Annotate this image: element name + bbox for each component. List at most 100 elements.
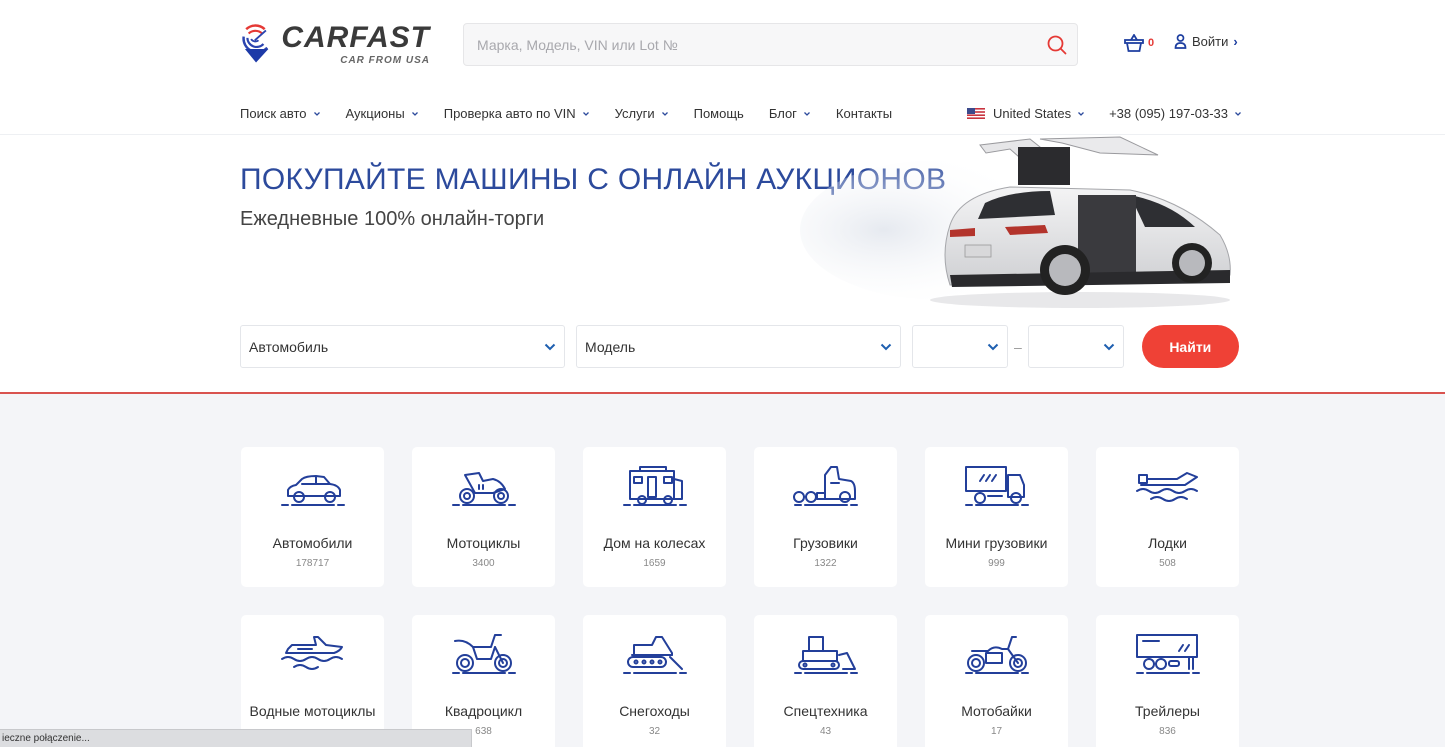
category-count: 999: [988, 558, 1005, 569]
region-selector[interactable]: United States: [967, 106, 1085, 121]
nav-label: Проверка авто по VIN: [443, 106, 576, 121]
category-name: Снегоходы: [619, 703, 690, 719]
category-name: Мини грузовики: [945, 535, 1048, 551]
nav-label: Услуги: [614, 106, 655, 121]
trailer-icon: [1135, 634, 1200, 674]
model-value: Модель: [585, 338, 636, 355]
category-count: 1322: [814, 558, 837, 569]
cart-button[interactable]: 0: [1124, 34, 1154, 52]
category-card[interactable]: Снегоходы 32: [583, 615, 726, 747]
boat-icon: [1135, 472, 1198, 502]
category-count: 178717: [295, 558, 330, 569]
category-card[interactable]: Мотоциклы 3400: [412, 447, 555, 587]
search-button[interactable]: [1037, 25, 1077, 65]
hero-section: ПОКУПАЙТЕ МАШИНЫ С ОНЛАЙН АУКЦИОНОВ Ежед…: [0, 135, 1445, 393]
nav-item-contacts[interactable]: Контакты: [836, 106, 892, 121]
logo[interactable]: CARFAST CAR FROM USA: [240, 12, 430, 76]
car-icon: [280, 475, 345, 506]
year-to-select[interactable]: [1027, 325, 1124, 368]
category-name: Грузовики: [793, 535, 858, 551]
category-count: 508: [1159, 558, 1176, 569]
category-name: Лодки: [1148, 535, 1187, 551]
nav-right: United States +38 (095) 197-03-33: [967, 106, 1242, 121]
cruiser-motorcycle-icon: [964, 636, 1029, 674]
chevron-down-icon: [880, 343, 892, 350]
category-count: 32: [648, 726, 661, 737]
logo-title: CARFAST: [281, 20, 430, 54]
category-name: Водные мотоциклы: [249, 703, 376, 719]
nav-item-blog[interactable]: Блог: [769, 106, 811, 121]
chevron-down-icon: [313, 111, 320, 116]
category-count: 836: [1159, 726, 1176, 737]
category-card[interactable]: Мотобайки 17: [925, 615, 1068, 747]
category-card[interactable]: Квадроцикл 638: [412, 615, 555, 747]
category-card[interactable]: Лодки 508: [1096, 447, 1239, 587]
nav-item-services[interactable]: Услуги: [615, 106, 669, 121]
category-name: Мотобайки: [961, 703, 1032, 719]
page: CARFAST CAR FROM USA 0: [0, 0, 1445, 747]
jetski-icon: [280, 636, 343, 670]
snowmobile-icon: [622, 636, 687, 674]
category-card[interactable]: Спецтехника 43: [754, 615, 897, 747]
nav-item-search-cars[interactable]: Поиск авто: [240, 106, 321, 121]
category-grid: Автомобили 178717 Мотоциклы 3400 Дом на коле…: [241, 447, 1239, 747]
category-name: Мотоциклы: [446, 535, 521, 551]
category-name: Спецтехника: [783, 703, 868, 719]
search-input[interactable]: [464, 24, 1037, 65]
category-count: 638: [475, 726, 492, 737]
model-select[interactable]: Модель: [576, 325, 901, 368]
category-name: Дом на колесах: [603, 535, 706, 551]
category-card[interactable]: Дом на колесах 1659: [583, 447, 726, 587]
category-name: Автомобили: [272, 535, 353, 551]
chevron-down-icon: [803, 111, 810, 116]
vehicle-type-select[interactable]: Автомобиль: [240, 325, 565, 368]
nav-label: Помощь: [693, 106, 744, 121]
nav-label: Блог: [768, 106, 797, 121]
nav-label: Поиск авто: [240, 106, 307, 121]
logo-subtitle: CAR FROM USA: [340, 54, 430, 66]
user-icon: [1174, 34, 1187, 49]
nav-item-auctions[interactable]: Аукционы: [346, 106, 419, 121]
login-label: Войти: [1192, 34, 1229, 49]
search-box: [463, 23, 1078, 66]
nav-item-vin-check[interactable]: Проверка авто по VIN: [444, 106, 590, 121]
dirt-bike-icon: [451, 634, 516, 674]
main-nav: Поиск авто Аукционы Проверка авто по VIN…: [240, 106, 917, 121]
chevron-down-icon: [411, 111, 418, 116]
chevron-down-icon: [987, 343, 999, 350]
category-name: Квадроцикл: [444, 703, 523, 719]
chevron-down-icon: [544, 343, 556, 350]
chevron-down-icon: [1078, 111, 1085, 116]
nav-label: Аукционы: [345, 106, 405, 121]
category-name: Трейлеры: [1135, 703, 1200, 719]
year-range-separator: –: [1014, 338, 1022, 355]
bulldozer-icon: [793, 636, 858, 674]
nav-item-help[interactable]: Помощь: [694, 106, 744, 121]
category-card[interactable]: Трейлеры 836: [1096, 615, 1239, 747]
browser-status-bar: ieczne połączenie...: [0, 729, 472, 747]
category-count: 3400: [472, 558, 495, 569]
rv-icon: [622, 466, 687, 506]
chevron-right-icon: ›: [1233, 34, 1238, 49]
logo-mark-icon: [242, 24, 269, 63]
nav-label: Контакты: [835, 106, 893, 121]
search-icon: [1047, 35, 1067, 54]
category-count: 17: [990, 726, 1003, 737]
category-card[interactable]: Грузовики 1322: [754, 447, 897, 587]
chevron-down-icon: [661, 111, 668, 116]
login-button[interactable]: Войти ›: [1174, 34, 1238, 49]
year-from-select[interactable]: [912, 325, 1008, 368]
categories-section: Автомобили 178717 Мотоциклы 3400 Дом на коле…: [0, 394, 1445, 747]
us-flag-icon: [967, 108, 986, 119]
category-card[interactable]: Автомобили 178717: [241, 447, 384, 587]
vehicle-type-value: Автомобиль: [249, 338, 329, 355]
category-card[interactable]: Мини грузовики 999: [925, 447, 1068, 587]
region-label: United States: [993, 106, 1072, 121]
category-count: 43: [819, 726, 832, 737]
hero-subtitle: Ежедневные 100% онлайн-торги: [240, 208, 545, 230]
category-card[interactable]: Водные мотоциклы: [241, 615, 384, 747]
box-truck-icon: [964, 466, 1029, 506]
find-button[interactable]: Найти: [1141, 325, 1239, 368]
phone-selector[interactable]: +38 (095) 197-03-33: [1109, 106, 1242, 121]
category-count: 1659: [643, 558, 666, 569]
